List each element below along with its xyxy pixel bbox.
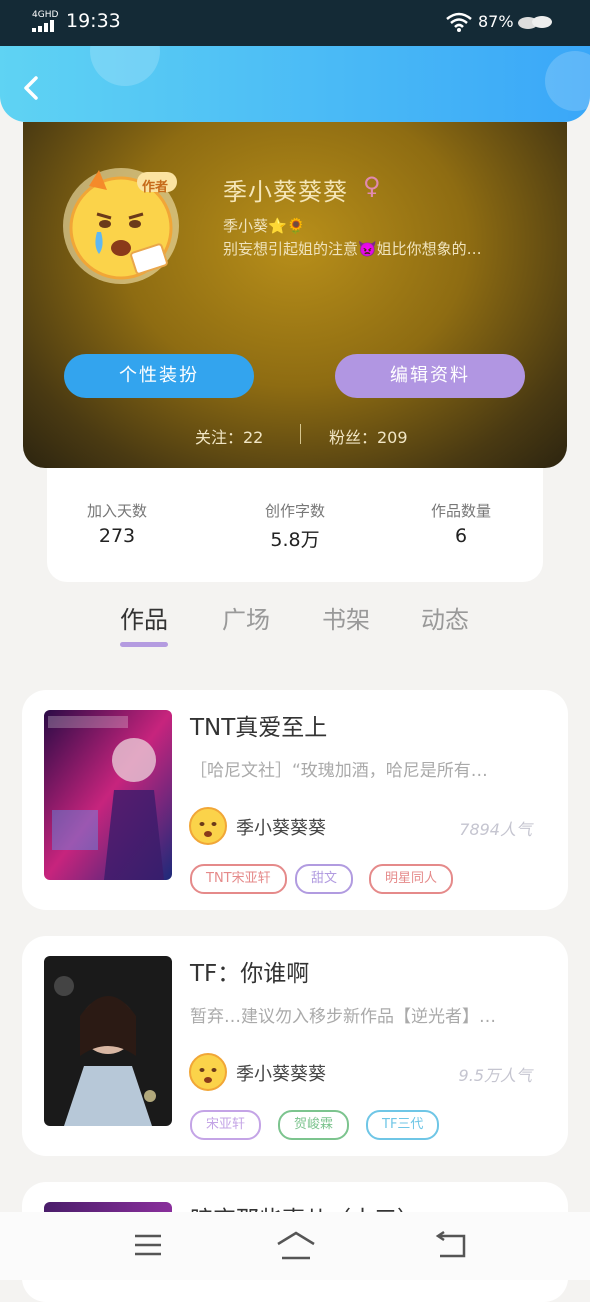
home-icon[interactable] bbox=[274, 1230, 318, 1260]
network-label: 4GHD bbox=[32, 10, 59, 20]
decor-bubble bbox=[90, 46, 160, 86]
author-avatar bbox=[189, 1053, 227, 1091]
stat-value: 5.8万 bbox=[270, 529, 320, 551]
book-cover-image[interactable] bbox=[44, 710, 172, 880]
menu-icon[interactable] bbox=[132, 1230, 164, 1260]
status-time: 19:33 bbox=[66, 10, 121, 32]
author-name: 季小葵葵葵 bbox=[236, 818, 326, 839]
work-card[interactable]: TNT真爱至上 ［哈尼文社］“玫瑰加酒，哈尼是所有… 季小葵葵葵 7894人气 … bbox=[22, 690, 568, 910]
bio-line-2: 别妄想引起姐的注意👿姐比你想象的… bbox=[223, 240, 482, 258]
work-card[interactable]: TF：你谁啊 暂弃…建议勿入移步新作品【逆光者】… 季小葵葵葵 9.5万人气 宋… bbox=[22, 936, 568, 1156]
divider bbox=[300, 424, 301, 444]
tab-square[interactable]: 广场 bbox=[222, 600, 270, 635]
stat-label: 创作字数 bbox=[264, 502, 325, 520]
popularity-count: 7894人气 bbox=[459, 820, 532, 839]
fans-count[interactable]: 粉丝：209 bbox=[329, 424, 408, 448]
work-title[interactable]: TF：你谁啊 bbox=[190, 954, 309, 988]
wifi-icon bbox=[446, 12, 472, 32]
chevron-left-icon[interactable] bbox=[18, 74, 46, 102]
stat-label: 加入天数 bbox=[86, 502, 147, 520]
tab-works[interactable]: 作品 bbox=[120, 600, 168, 635]
tab-bookshelf[interactable]: 书架 bbox=[322, 600, 370, 635]
author-name: 季小葵葵葵 bbox=[236, 1064, 326, 1085]
tab-activity[interactable]: 动态 bbox=[421, 600, 469, 635]
tag-chip[interactable]: 甜文 bbox=[295, 864, 354, 894]
stat-label: 作品数量 bbox=[430, 502, 491, 520]
battery-level: 87% bbox=[478, 12, 514, 31]
stats-panel: 加入天数 273 创作字数 5.8万 作品数量 6 bbox=[47, 468, 543, 582]
following-count[interactable]: 关注：22 bbox=[195, 424, 263, 448]
tag-chip[interactable]: 贺峻霖 bbox=[278, 1110, 350, 1140]
stat-value: 273 bbox=[98, 525, 136, 547]
stat-join-days: 加入天数 273 bbox=[47, 500, 187, 547]
stat-word-count: 创作字数 5.8万 bbox=[225, 500, 365, 552]
female-icon: ♀ bbox=[363, 172, 381, 200]
tag-chip[interactable]: 宋亚轩 bbox=[190, 1110, 262, 1140]
user-name: 季小葵葵葵 bbox=[223, 178, 348, 206]
tab-indicator bbox=[120, 642, 168, 647]
author-avatar bbox=[189, 807, 227, 845]
book-cover-image[interactable] bbox=[44, 956, 172, 1126]
top-header bbox=[0, 46, 590, 122]
signal-icon bbox=[32, 20, 56, 32]
profile-card: 作者 季小葵葵葵 ♀ 季小葵⭐🌻 别妄想引起姐的注意👿姐比你想象的… 个性装扮 … bbox=[23, 122, 567, 468]
popularity-count: 9.5万人气 bbox=[458, 1066, 532, 1085]
stat-works-count: 作品数量 6 bbox=[391, 500, 531, 547]
bio-line-1: 季小葵⭐🌻 bbox=[223, 217, 306, 235]
edit-profile-button[interactable]: 编辑资料 bbox=[335, 354, 525, 398]
tag-chip[interactable]: 明星同人 bbox=[369, 864, 454, 894]
tag-chip[interactable]: TF三代 bbox=[366, 1110, 440, 1140]
system-nav-bar bbox=[0, 1212, 590, 1280]
author-badge: 作者 bbox=[142, 180, 169, 195]
status-bar: 4GHD 19:33 87% bbox=[0, 0, 590, 46]
tag-chip[interactable]: TNT宋亚轩 bbox=[190, 864, 287, 894]
personal-dress-button[interactable]: 个性装扮 bbox=[64, 354, 254, 398]
work-description: ［哈尼文社］“玫瑰加酒，哈尼是所有… bbox=[190, 761, 488, 781]
back-arrow-icon[interactable] bbox=[432, 1230, 468, 1260]
work-description: 暂弃…建议勿入移步新作品【逆光者】… bbox=[190, 1007, 496, 1027]
decor-bubble bbox=[545, 51, 590, 111]
work-title[interactable]: TNT真爱至上 bbox=[190, 708, 327, 742]
battery-icon bbox=[518, 16, 552, 29]
stat-value: 6 bbox=[454, 525, 468, 547]
